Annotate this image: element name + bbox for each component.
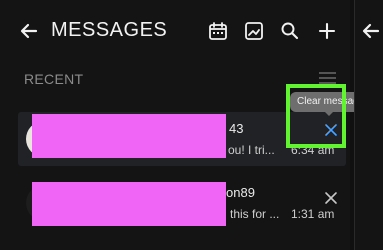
search-icon bbox=[281, 22, 299, 40]
adjacent-panel bbox=[354, 0, 383, 250]
gallery-button[interactable] bbox=[240, 17, 268, 45]
search-button[interactable] bbox=[276, 17, 304, 45]
back-arrow-icon bbox=[362, 23, 380, 39]
calendar-button[interactable] bbox=[204, 17, 232, 45]
plus-icon bbox=[318, 22, 336, 40]
message-time: 6:34 am bbox=[291, 143, 335, 157]
back-button[interactable] bbox=[15, 17, 43, 45]
clear-messages-button[interactable] bbox=[319, 72, 336, 84]
message-preview: ou! I tri... bbox=[228, 143, 275, 157]
redaction-block bbox=[32, 182, 226, 226]
recent-section-label: RECENT bbox=[24, 71, 84, 87]
calendar-icon bbox=[209, 22, 227, 40]
page-title: MESSAGES bbox=[51, 19, 168, 41]
message-list-item[interactable]: 43 ou! I tri... 6:34 am bbox=[18, 112, 346, 166]
close-icon[interactable] bbox=[324, 191, 338, 205]
message-sender-name: on89 bbox=[226, 185, 255, 200]
new-message-button[interactable] bbox=[313, 17, 341, 45]
close-icon[interactable] bbox=[324, 123, 338, 137]
message-list-item[interactable]: on89 this for ... 1:31 am bbox=[18, 176, 346, 230]
messages-panel: MESSAGES RECENT 43 ou! I tri... 6:34 am … bbox=[0, 0, 377, 250]
image-chart-icon bbox=[245, 22, 263, 40]
back-arrow-icon bbox=[20, 23, 38, 39]
messages-header: MESSAGES bbox=[0, 0, 350, 62]
message-sender-name: 43 bbox=[229, 121, 244, 136]
redaction-block bbox=[32, 114, 226, 158]
message-time: 1:31 am bbox=[291, 207, 335, 221]
adjacent-back-button[interactable] bbox=[357, 17, 383, 45]
message-preview: this for ... bbox=[230, 207, 280, 221]
messages-screen: MESSAGES RECENT 43 ou! I tri... 6:34 am … bbox=[0, 0, 383, 250]
